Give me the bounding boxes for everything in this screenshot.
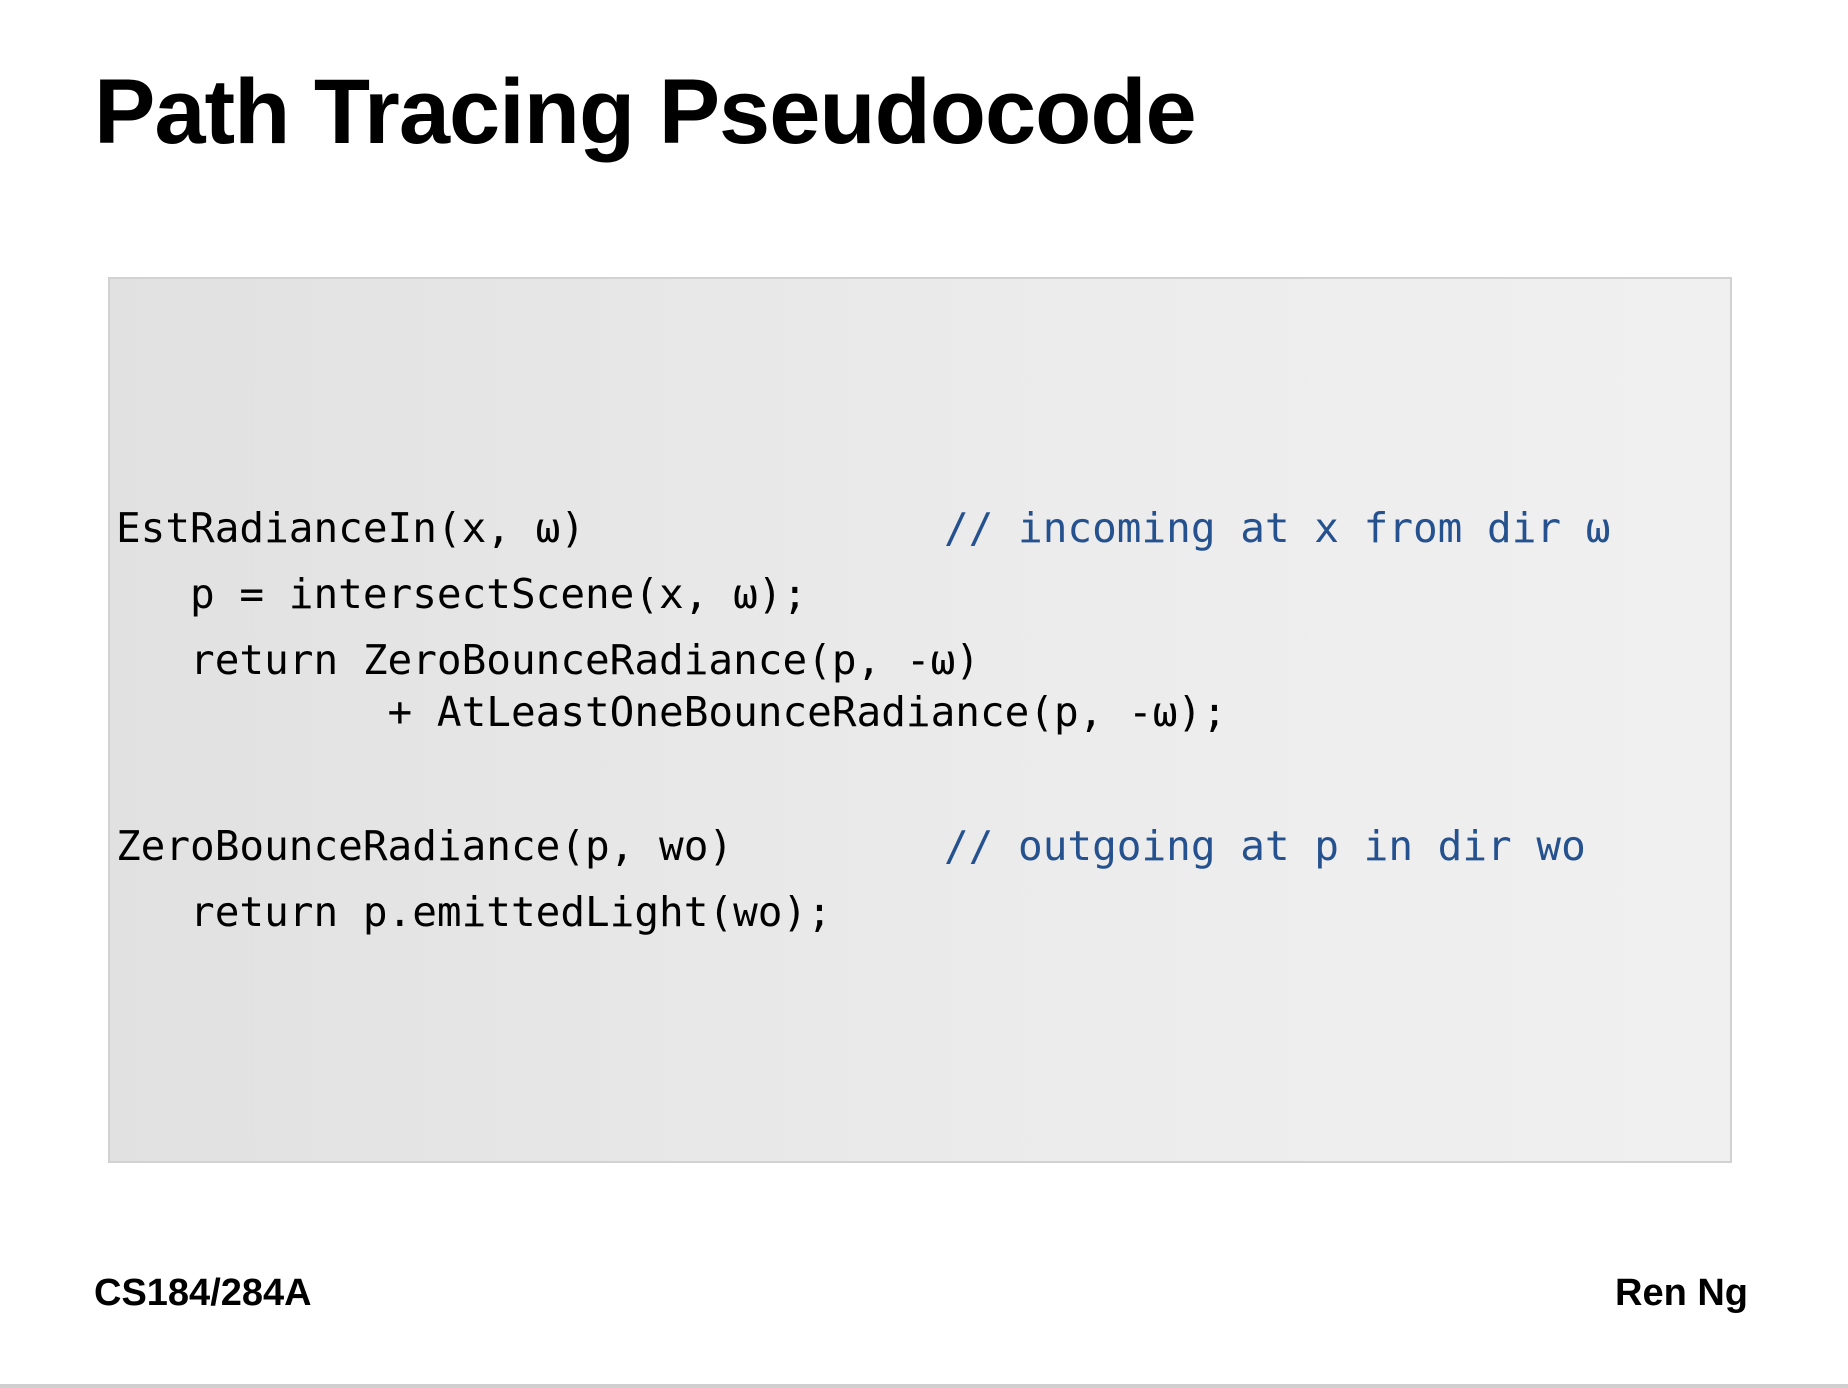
code-line-return-emitted-light: return p.emittedLight(wo); xyxy=(116,888,832,936)
code-line-return-zero-bounce: return ZeroBounceRadiance(p, -ω) xyxy=(116,636,980,684)
code-line-intersect-scene: p = intersectScene(x, ω); xyxy=(116,570,808,618)
code-comment-outgoing: // outgoing at p in dir wo xyxy=(944,822,1586,870)
code-block: EstRadianceIn(x, ω) // incoming at x fro… xyxy=(108,277,1732,1163)
slide-title: Path Tracing Pseudocode xyxy=(94,61,1197,163)
slide: Path Tracing Pseudocode EstRadianceIn(x,… xyxy=(0,0,1848,1388)
course-label: CS184/284A xyxy=(94,1272,312,1314)
code-line-zero-bounce-signature: ZeroBounceRadiance(p, wo) xyxy=(116,822,734,870)
bottom-divider xyxy=(0,1384,1848,1388)
author-label: Ren Ng xyxy=(1615,1272,1748,1314)
code-comment-incoming: // incoming at x from dir ω xyxy=(944,504,1611,552)
code-line-plus-at-least-one-bounce: + AtLeastOneBounceRadiance(p, -ω); xyxy=(116,688,1227,736)
code-line-est-radiance-signature: EstRadianceIn(x, ω) xyxy=(116,504,585,552)
